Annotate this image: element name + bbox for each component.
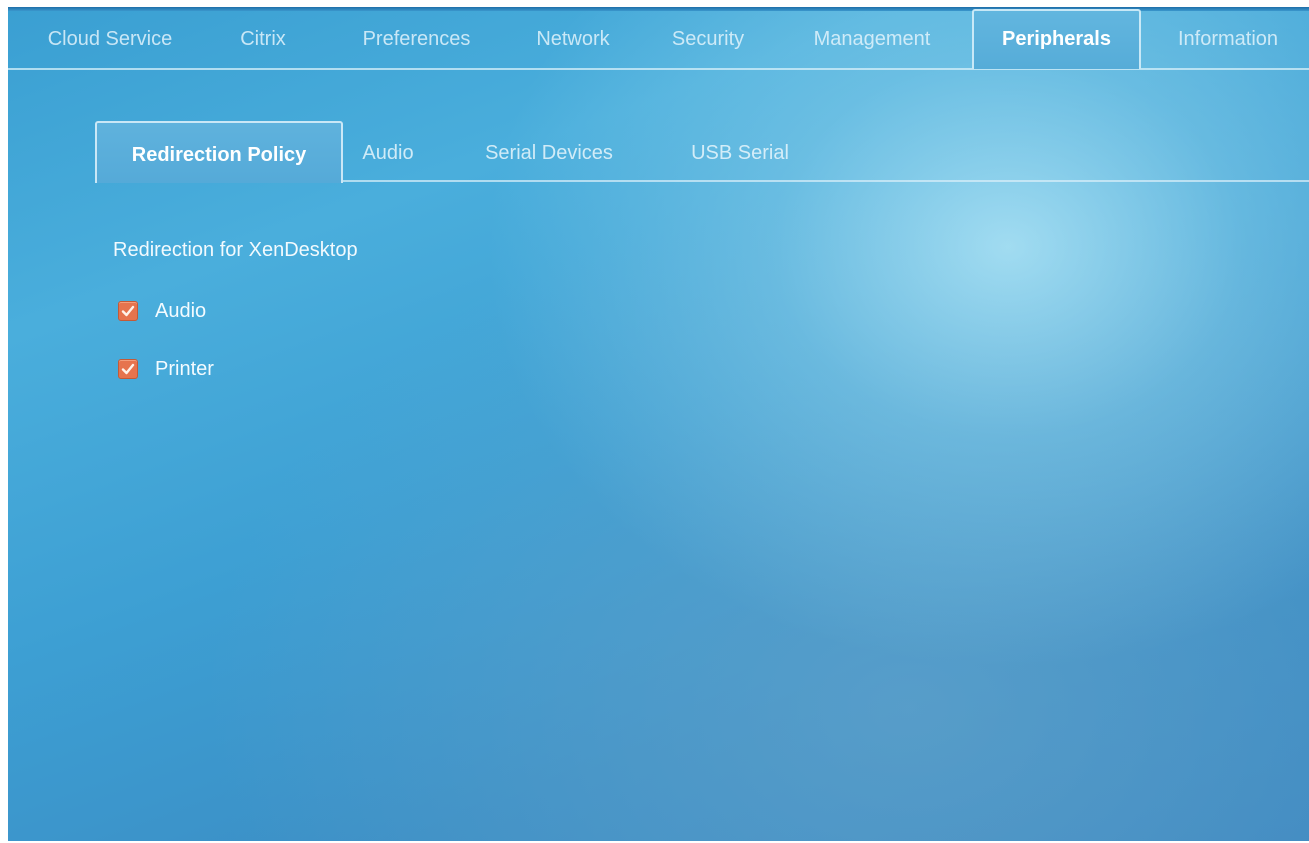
printer-checkbox[interactable] bbox=[118, 359, 138, 379]
printer-option[interactable]: Printer bbox=[118, 355, 214, 383]
tab-audio[interactable]: Audio bbox=[355, 121, 421, 180]
tab-redirection-policy[interactable]: Redirection Policy bbox=[95, 121, 343, 183]
audio-option[interactable]: Audio bbox=[118, 297, 206, 325]
sub-navigation: Redirection Policy Audio Serial Devices … bbox=[95, 121, 1309, 183]
tab-management[interactable]: Management bbox=[794, 11, 950, 68]
printer-label: Printer bbox=[155, 357, 214, 380]
tab-information[interactable]: Information bbox=[1158, 11, 1298, 68]
top-navigation: Cloud Service Citrix Preferences Network… bbox=[8, 9, 1309, 70]
tab-usb-serial[interactable]: USB Serial bbox=[680, 121, 800, 180]
checkmark-icon bbox=[121, 363, 135, 375]
tab-preferences[interactable]: Preferences bbox=[344, 11, 489, 68]
app-window: Cloud Service Citrix Preferences Network… bbox=[8, 7, 1309, 841]
audio-label: Audio bbox=[155, 299, 207, 322]
audio-checkbox[interactable] bbox=[118, 301, 138, 321]
tab-peripherals[interactable]: Peripherals bbox=[972, 9, 1141, 69]
tab-cloud-service[interactable]: Cloud Service bbox=[26, 11, 194, 68]
tab-serial-devices[interactable]: Serial Devices bbox=[467, 121, 631, 180]
checkmark-icon bbox=[121, 305, 135, 317]
tab-citrix[interactable]: Citrix bbox=[232, 11, 294, 68]
section-title: Redirection for XenDesktop bbox=[113, 239, 358, 261]
tab-network[interactable]: Network bbox=[522, 11, 624, 68]
tab-security[interactable]: Security bbox=[658, 11, 758, 68]
